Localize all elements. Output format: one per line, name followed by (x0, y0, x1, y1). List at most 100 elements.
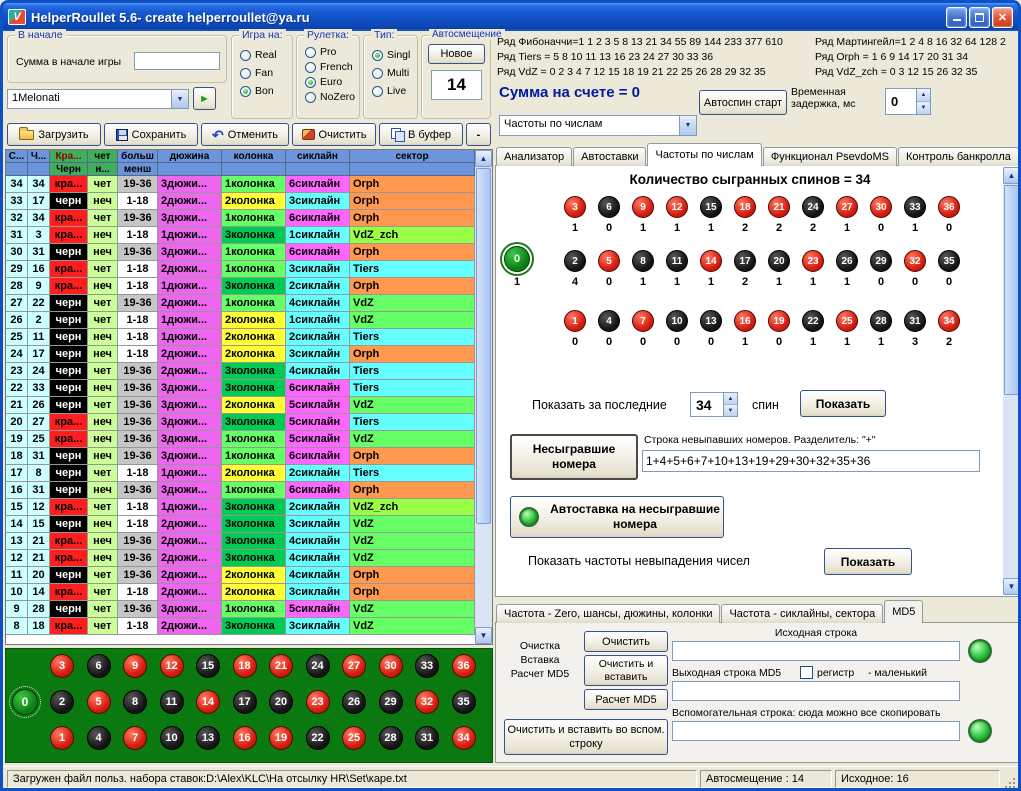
panel-scroll-thumb[interactable] (1004, 185, 1019, 395)
number-33[interactable]: 33 (415, 654, 439, 678)
last-spins-spinner[interactable]: 34 ▲▼ (690, 392, 738, 417)
number-19[interactable]: 19 (768, 310, 790, 332)
number-36[interactable]: 36 (938, 196, 960, 218)
spin-up-icon[interactable]: ▲ (917, 89, 930, 102)
history-row[interactable]: 1631черннеч19-363дюжи...1колонка6сиклайн… (6, 482, 475, 499)
number-32[interactable]: 32 (415, 690, 439, 714)
number-32[interactable]: 32 (904, 250, 926, 272)
tab-частота-сиклайны-сектора[interactable]: Частота - сиклайны, сектора (721, 604, 883, 623)
number-8[interactable]: 8 (632, 250, 654, 272)
history-row[interactable]: 2417черннеч1-182дюжи...2колонка3сиклайнO… (6, 346, 475, 363)
unplayed-numbers-input[interactable] (642, 450, 980, 472)
clear-button[interactable]: Очистить (292, 123, 376, 146)
number-25[interactable]: 25 (836, 310, 858, 332)
number-2[interactable]: 2 (564, 250, 586, 272)
number-33[interactable]: 33 (904, 196, 926, 218)
number-34[interactable]: 34 (938, 310, 960, 332)
table-scroll-thumb[interactable] (476, 168, 491, 524)
radio-option-nozero[interactable]: NoZero (305, 90, 357, 104)
maximize-button[interactable] (969, 7, 990, 28)
number-24[interactable]: 24 (306, 654, 330, 678)
md5-clear-paste-aux-button[interactable]: Очистить и вставить во вспом. строку (504, 719, 668, 755)
play-button[interactable]: ► (193, 87, 216, 110)
tab-автоставки[interactable]: Автоставки (573, 147, 646, 166)
case-checkbox[interactable] (800, 666, 813, 679)
delay-spinner[interactable]: 0 ▲▼ (885, 88, 931, 115)
number-3[interactable]: 3 (564, 196, 586, 218)
md5-clear-button[interactable]: Очистить (584, 631, 668, 652)
history-row[interactable]: 928чернчет19-363дюжи...1колонка5сиклайнV… (6, 601, 475, 618)
radio-option-singl[interactable]: Singl (372, 48, 415, 62)
number-16[interactable]: 16 (233, 726, 257, 750)
show-frequencies-button[interactable]: Показать (800, 390, 886, 417)
close-button[interactable]: ✕ (992, 7, 1013, 28)
number-9[interactable]: 9 (632, 196, 654, 218)
history-row[interactable]: 1925кра...неч19-363дюжи...1колонка5сикла… (6, 431, 475, 448)
history-row[interactable]: 2233черннеч19-363дюжи...3колонка6сиклайн… (6, 380, 475, 397)
history-row[interactable]: 3434кра...чет19-363дюжи...1колонка6сикла… (6, 176, 475, 193)
number-23[interactable]: 23 (802, 250, 824, 272)
number-10[interactable]: 10 (666, 310, 688, 332)
number-22[interactable]: 22 (802, 310, 824, 332)
number-12[interactable]: 12 (666, 196, 688, 218)
number-3[interactable]: 3 (50, 654, 74, 678)
copy-to-buffer-button[interactable]: В буфер (379, 123, 463, 146)
history-row[interactable]: 2511черннеч1-181дюжи...2колонка2сиклайнT… (6, 329, 475, 346)
number-21[interactable]: 21 (768, 196, 790, 218)
history-row[interactable]: 3031черннеч19-363дюжи...1колонка6сиклайн… (6, 244, 475, 261)
number-26[interactable]: 26 (342, 690, 366, 714)
md5-clear-paste-button[interactable]: Очистить и вставить (584, 655, 668, 686)
history-row[interactable]: 313кра...неч1-181дюжи...3колонка1сиклайн… (6, 227, 475, 244)
history-row[interactable]: 289кра...неч1-181дюжи...3колонка2сиклайн… (6, 278, 475, 295)
number-1[interactable]: 1 (564, 310, 586, 332)
number-26[interactable]: 26 (836, 250, 858, 272)
history-row[interactable]: 1415черннеч1-182дюжи...3колонка3сиклайнV… (6, 516, 475, 533)
number-24[interactable]: 24 (802, 196, 824, 218)
number-10[interactable]: 10 (160, 726, 184, 750)
title-bar[interactable]: V HelperRoullet 5.6- create helperroulle… (3, 3, 1018, 31)
radio-option-euro[interactable]: Euro (305, 75, 357, 89)
history-row[interactable]: 1831черннеч19-363дюжи...1колонка6сиклайн… (6, 448, 475, 465)
number-2[interactable]: 2 (50, 690, 74, 714)
history-row[interactable]: 1221кра...неч19-362дюжи...3колонка4сикла… (6, 550, 475, 567)
history-row[interactable]: 3234кра...чет19-363дюжи...1колонка6сикла… (6, 210, 475, 227)
number-28[interactable]: 28 (870, 310, 892, 332)
number-17[interactable]: 17 (233, 690, 257, 714)
history-row[interactable]: 1014кра...чет1-182дюжи...2колонка3сиклай… (6, 584, 475, 601)
number-0[interactable]: 0 (12, 689, 38, 715)
number-27[interactable]: 27 (342, 654, 366, 678)
radio-option-multi[interactable]: Multi (372, 66, 415, 80)
history-row[interactable]: 3317черннеч1-182дюжи...2колонка3сиклайнO… (6, 193, 475, 210)
radio-option-fan[interactable]: Fan (240, 66, 290, 80)
number-29[interactable]: 29 (870, 250, 892, 272)
history-row[interactable]: 1321кра...неч19-362дюжи...3колонка4сикла… (6, 533, 475, 550)
tab-анализатор[interactable]: Анализатор (496, 147, 572, 166)
md5-aux-input[interactable] (672, 721, 960, 741)
combo-arrow-icon[interactable]: ▼ (679, 116, 696, 135)
number-13[interactable]: 13 (196, 726, 220, 750)
radio-option-bon[interactable]: Bon (240, 84, 290, 98)
number-17[interactable]: 17 (734, 250, 756, 272)
number-15[interactable]: 15 (700, 196, 722, 218)
minus-button[interactable]: - (466, 123, 491, 146)
number-22[interactable]: 22 (306, 726, 330, 750)
autobet-unplayed-button[interactable]: Автоставка на несыгравшие номера (510, 496, 724, 538)
history-row[interactable]: 2027кра...неч19-363дюжи...3колонка5сикла… (6, 414, 475, 431)
number-27[interactable]: 27 (836, 196, 858, 218)
number-25[interactable]: 25 (342, 726, 366, 750)
number-35[interactable]: 35 (938, 250, 960, 272)
save-button[interactable]: Сохранить (104, 123, 198, 146)
radio-option-live[interactable]: Live (372, 84, 415, 98)
history-row[interactable]: 178чернчет1-181дюжи...2колонка2сиклайнTi… (6, 465, 475, 482)
undo-button[interactable]: ↶Отменить (201, 123, 289, 146)
number-12[interactable]: 12 (160, 654, 184, 678)
number-5[interactable]: 5 (87, 690, 111, 714)
history-row[interactable]: 2916кра...чет1-182дюжи...1колонка3сиклай… (6, 261, 475, 278)
panel-scrollbar[interactable]: ▲ ▼ (1003, 167, 1020, 595)
md5-calc-button[interactable]: Расчет MD5 (584, 689, 668, 710)
number-11[interactable]: 11 (666, 250, 688, 272)
number-20[interactable]: 20 (768, 250, 790, 272)
combo-arrow-icon[interactable]: ▼ (171, 90, 188, 108)
history-row[interactable]: 1512кра...чет1-181дюжи...3колонка2сиклай… (6, 499, 475, 516)
scroll-down-icon[interactable]: ▼ (475, 627, 492, 644)
